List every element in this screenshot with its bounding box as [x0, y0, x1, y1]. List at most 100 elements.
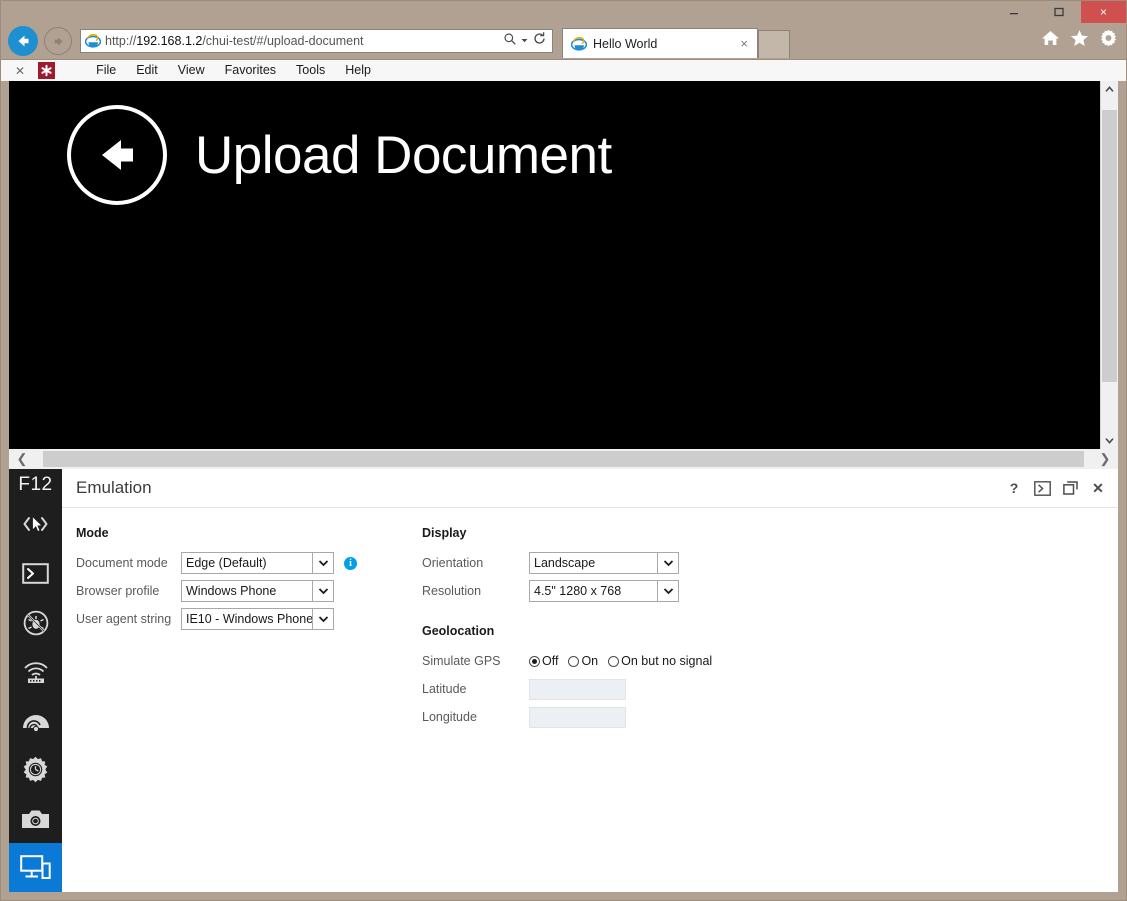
field-resolution: Resolution 4.5" 1280 x 768	[422, 580, 822, 602]
window-controls: ×	[991, 1, 1126, 23]
minimize-button[interactable]	[991, 1, 1036, 23]
chevron-down-icon[interactable]	[312, 581, 333, 601]
scroll-right-button[interactable]: ❯	[1092, 449, 1118, 469]
network-icon	[23, 661, 48, 683]
browser-profile-label: Browser profile	[76, 584, 160, 598]
performance-icon	[22, 714, 49, 732]
back-button[interactable]	[8, 26, 38, 56]
address-scheme: http://	[105, 34, 137, 48]
horizontal-scrollbar[interactable]: ❮ ❯	[1, 449, 1126, 469]
emulation-icon	[20, 855, 51, 879]
search-dropdown-caret-icon[interactable]	[520, 32, 529, 50]
browser-profile-select[interactable]: Windows Phone	[181, 580, 334, 602]
devtools-tool-network[interactable]	[9, 647, 62, 696]
devtools-tool-console[interactable]	[9, 549, 62, 598]
geolocation-section-title: Geolocation	[422, 624, 495, 638]
question-mark-icon: ?	[1009, 480, 1019, 496]
chevron-down-icon[interactable]	[312, 609, 333, 629]
radio-gps-on[interactable]: On	[568, 654, 598, 668]
undock-button[interactable]	[1056, 474, 1084, 502]
chevron-down-icon[interactable]	[657, 581, 678, 601]
vertical-scrollbar[interactable]	[1100, 81, 1118, 449]
internet-explorer-icon	[571, 36, 587, 52]
scroll-down-button[interactable]	[1101, 432, 1118, 449]
console-toggle-button[interactable]	[1028, 474, 1056, 502]
user-agent-string-value: IE10 - Windows Phone 8	[186, 612, 312, 626]
new-tab-button[interactable]	[758, 30, 790, 58]
resolution-select[interactable]: 4.5" 1280 x 768	[529, 580, 679, 602]
dom-explorer-icon	[23, 515, 48, 532]
scroll-up-button[interactable]	[1101, 81, 1118, 98]
close-icon: ×	[1099, 5, 1107, 19]
radio-gps-no-signal[interactable]: On but no signal	[608, 654, 712, 668]
orientation-label: Orientation	[422, 556, 484, 570]
vertical-scroll-track[interactable]	[1101, 98, 1118, 432]
menu-item-view[interactable]: View	[168, 60, 215, 81]
addon-asterisk-icon[interactable]	[38, 62, 56, 79]
settings-gear-icon[interactable]	[1099, 29, 1118, 52]
browser-window: × http://192.168.1.2/chui-test/#/upload-…	[0, 0, 1127, 901]
internet-explorer-icon	[85, 33, 101, 49]
browser-profile-value: Windows Phone	[186, 584, 277, 598]
close-window-button[interactable]: ×	[1081, 1, 1126, 23]
user-agent-string-label: User agent string	[76, 612, 172, 626]
field-browser-profile: Browser profile Windows Phone	[76, 580, 422, 602]
chevron-down-icon[interactable]	[312, 553, 333, 573]
devtools-panel-header: Emulation ? ✕	[62, 469, 1118, 508]
home-icon[interactable]	[1041, 29, 1060, 52]
document-mode-value: Edge (Default)	[186, 556, 267, 570]
devtools-tool-performance[interactable]	[9, 696, 62, 745]
menu-item-favorites[interactable]: Favorites	[215, 60, 286, 81]
address-text: http://192.168.1.2/chui-test/#/upload-do…	[105, 30, 503, 52]
maximize-button[interactable]	[1036, 1, 1081, 23]
devtools-f12-label: F12	[18, 473, 53, 495]
page-back-button[interactable]	[67, 105, 167, 205]
menu-item-tools[interactable]: Tools	[286, 60, 335, 81]
document-mode-info-icon[interactable]: i	[344, 556, 357, 570]
user-agent-string-select[interactable]: IE10 - Windows Phone 8	[181, 608, 334, 630]
devtools-tool-dom-explorer[interactable]	[9, 500, 62, 549]
document-mode-select[interactable]: Edge (Default)	[181, 552, 334, 574]
devtools-tool-ui-responsiveness[interactable]	[9, 745, 62, 794]
close-devtools-button[interactable]: ✕	[1084, 474, 1112, 502]
chevron-down-icon[interactable]	[657, 553, 678, 573]
longitude-input[interactable]	[529, 706, 626, 728]
orientation-select[interactable]: Landscape	[529, 552, 679, 574]
scroll-left-button[interactable]: ❮	[9, 449, 35, 469]
vertical-scroll-thumb[interactable]	[1102, 110, 1117, 382]
menu-item-edit[interactable]: Edit	[126, 60, 168, 81]
simulate-gps-radio-group: Off On On but no signal	[529, 654, 722, 668]
radio-indicator	[529, 655, 540, 667]
command-bar-close-icon[interactable]: ✕	[15, 64, 25, 78]
browser-tab[interactable]: Hello World ×	[562, 28, 758, 58]
emulation-display-section: Display Orientation Landscape Resolution	[422, 526, 822, 892]
search-icon[interactable]	[503, 32, 517, 51]
devtools-tool-debugger[interactable]	[9, 598, 62, 647]
address-bar[interactable]: http://192.168.1.2/chui-test/#/upload-do…	[80, 29, 553, 53]
devtools-tool-memory[interactable]	[9, 794, 62, 843]
field-longitude: Longitude	[422, 706, 822, 728]
forward-button[interactable]	[44, 27, 72, 55]
favorites-star-icon[interactable]	[1070, 29, 1089, 52]
display-section-title: Display	[422, 526, 467, 540]
page-content: Upload Document	[9, 81, 1100, 449]
field-simulate-gps: Simulate GPS Off On On but no signal	[422, 650, 822, 672]
address-bar-tools	[503, 31, 549, 51]
radio-gps-off[interactable]: Off	[529, 654, 558, 668]
menu-item-file[interactable]: File	[86, 60, 126, 81]
devtools-sidebar: F12	[9, 469, 62, 892]
menu-item-help[interactable]: Help	[335, 60, 381, 81]
help-button[interactable]: ?	[1000, 474, 1028, 502]
tab-close-icon[interactable]: ×	[737, 37, 751, 50]
devtools-tool-emulation[interactable]	[9, 843, 62, 892]
title-bar: ×	[1, 1, 1126, 23]
horizontal-scroll-track[interactable]	[35, 449, 1092, 469]
latitude-input[interactable]	[529, 678, 626, 700]
refresh-icon[interactable]	[532, 31, 547, 51]
console-icon	[22, 563, 49, 584]
orientation-value: Landscape	[534, 556, 596, 570]
page-header: Upload Document	[9, 81, 1100, 205]
circled-back-arrow-icon	[102, 140, 133, 170]
emulation-geolocation-section: Geolocation Simulate GPS Off On On but n…	[422, 624, 822, 728]
horizontal-scroll-thumb[interactable]	[43, 451, 1084, 467]
